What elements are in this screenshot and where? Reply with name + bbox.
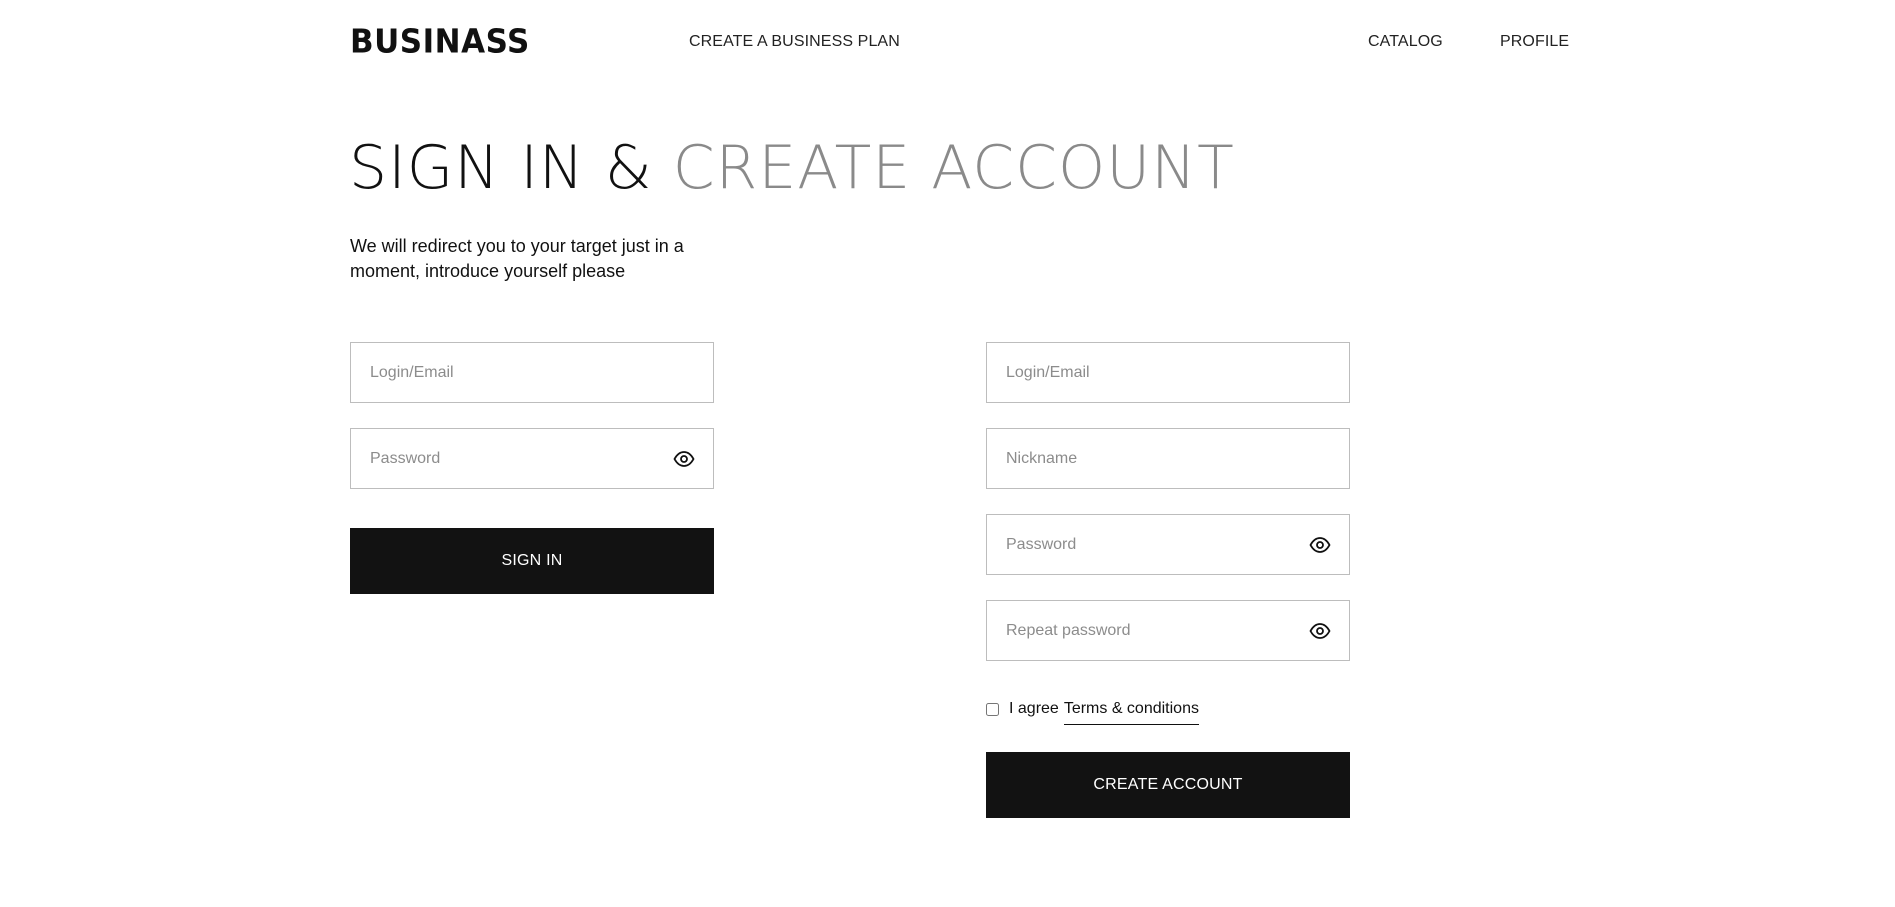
signup-login-input[interactable] [987,343,1349,402]
nav-catalog[interactable]: CATALOG [1368,33,1443,51]
signup-password-field [986,514,1350,575]
signin-login-input[interactable] [351,343,713,402]
brand-logo[interactable]: BUSINASS [350,23,530,61]
signin-password-input[interactable] [351,429,713,488]
signup-login-field [986,342,1350,403]
signup-nickname-field [986,428,1350,489]
terms-agreement: I agree Terms & conditions [986,700,1199,725]
eye-icon[interactable] [1309,535,1331,555]
eye-icon[interactable] [1309,621,1331,641]
signin-login-field [350,342,714,403]
nav-profile[interactable]: PROFILE [1500,33,1569,51]
page-title: SIGN IN & CREATE ACCOUNT [349,134,1235,202]
page-subtitle: We will redirect you to your target just… [350,236,684,281]
signup-repeat-password-input[interactable] [987,601,1349,660]
create-account-button[interactable]: CREATE ACCOUNT [986,752,1350,818]
signup-nickname-input[interactable] [987,429,1349,488]
signup-password-input[interactable] [987,515,1349,574]
nav-create-business-plan[interactable]: CREATE A BUSINESS PLAN [689,33,900,51]
page-title-create-account: CREATE ACCOUNT [672,133,1235,203]
eye-icon[interactable] [673,449,695,469]
auth-page: BUSINASS CREATE A BUSINESS PLAN CATALOG … [0,0,1895,907]
terms-checkbox[interactable] [986,703,999,716]
terms-link[interactable]: Terms & conditions [1063,700,1199,725]
signin-password-field [350,428,714,489]
sign-in-button[interactable]: SIGN IN [350,528,714,594]
page-title-sign-in: SIGN IN & [349,133,673,203]
signup-repeat-password-field [986,600,1350,661]
agree-label: I agree [1009,700,1059,717]
